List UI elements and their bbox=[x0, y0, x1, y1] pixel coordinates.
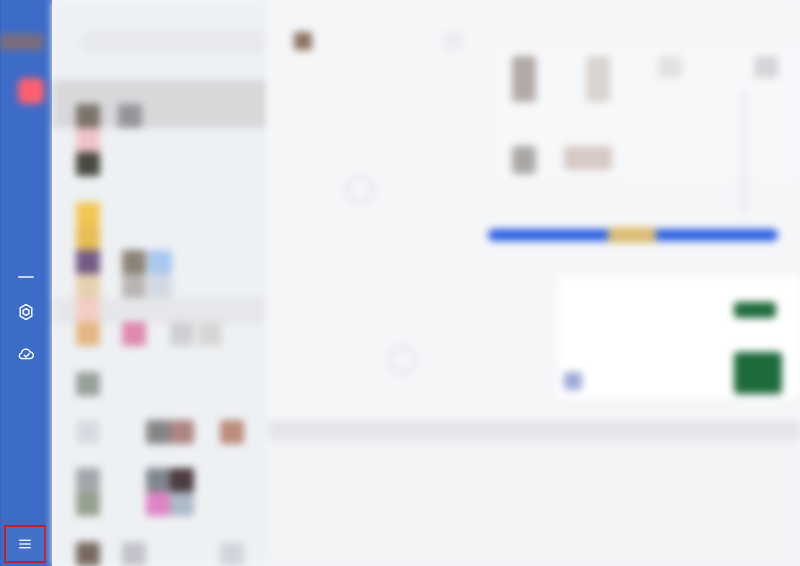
menu-button[interactable] bbox=[4, 525, 46, 563]
list-thumbnail bbox=[76, 468, 100, 492]
status-chip bbox=[734, 302, 776, 318]
card-scrollbar[interactable] bbox=[740, 90, 748, 212]
content-placeholder-icon bbox=[346, 176, 374, 204]
hexagon-icon bbox=[19, 303, 33, 321]
list-thumbnail bbox=[148, 250, 172, 274]
main-content bbox=[268, 0, 800, 566]
hexagon-button[interactable] bbox=[13, 299, 39, 325]
list-thumbnail bbox=[170, 420, 194, 444]
content-footer bbox=[268, 440, 800, 566]
profile-avatar[interactable] bbox=[0, 34, 44, 50]
preview-image bbox=[734, 352, 782, 394]
list-thumbnail bbox=[146, 492, 170, 516]
list-thumbnail bbox=[76, 298, 100, 322]
list-thumbnail bbox=[198, 322, 222, 346]
card-media bbox=[564, 146, 612, 170]
cloud-icon bbox=[18, 348, 34, 360]
list-thumbnail bbox=[76, 322, 100, 346]
list-thumbnail bbox=[76, 372, 100, 396]
list-panel bbox=[52, 0, 268, 566]
content-placeholder-icon bbox=[388, 346, 416, 374]
progress-slider[interactable] bbox=[488, 226, 778, 246]
card-media bbox=[512, 146, 536, 174]
preview-thumbnail bbox=[564, 372, 582, 390]
list-thumbnail bbox=[170, 322, 194, 346]
list-thumbnail bbox=[220, 420, 244, 444]
content-thumbnail bbox=[294, 32, 312, 50]
rail-divider bbox=[18, 276, 34, 278]
list-thumbnail bbox=[76, 542, 100, 566]
list-search-bar[interactable] bbox=[78, 30, 268, 54]
list-thumbnail bbox=[146, 420, 170, 444]
slider-handle[interactable] bbox=[608, 227, 656, 243]
list-thumbnail bbox=[76, 202, 100, 226]
menu-icon bbox=[19, 539, 31, 549]
preview-panel bbox=[558, 276, 800, 398]
list-thumbnail bbox=[76, 420, 100, 444]
list-thumbnail bbox=[122, 542, 146, 566]
content-thumbnail bbox=[444, 32, 462, 50]
cloud-button[interactable] bbox=[13, 341, 39, 367]
card-media bbox=[512, 56, 536, 102]
list-thumbnail bbox=[76, 274, 100, 298]
content-divider bbox=[268, 420, 800, 440]
list-thumbnail bbox=[170, 492, 194, 516]
list-thumbnail bbox=[76, 492, 100, 516]
list-thumbnail bbox=[122, 274, 146, 298]
notification-badge[interactable] bbox=[18, 78, 44, 104]
card-media bbox=[658, 56, 682, 78]
card-media bbox=[586, 56, 610, 102]
list-thumbnail bbox=[76, 250, 100, 274]
list-thumbnail bbox=[148, 274, 172, 298]
list-thumbnail bbox=[220, 542, 244, 566]
list-thumbnail bbox=[122, 322, 146, 346]
content-card bbox=[498, 48, 800, 212]
list-thumbnail bbox=[122, 250, 146, 274]
list-thumbnail bbox=[76, 152, 100, 176]
left-rail bbox=[0, 0, 52, 566]
list-thumbnail bbox=[76, 226, 100, 250]
list-thumbnail bbox=[170, 468, 194, 492]
app-window bbox=[0, 0, 800, 566]
list-thumbnail bbox=[76, 128, 100, 152]
list-thumbnail bbox=[76, 104, 100, 128]
list-thumbnail bbox=[146, 468, 170, 492]
card-media bbox=[754, 56, 778, 78]
list-thumbnail bbox=[118, 104, 142, 128]
